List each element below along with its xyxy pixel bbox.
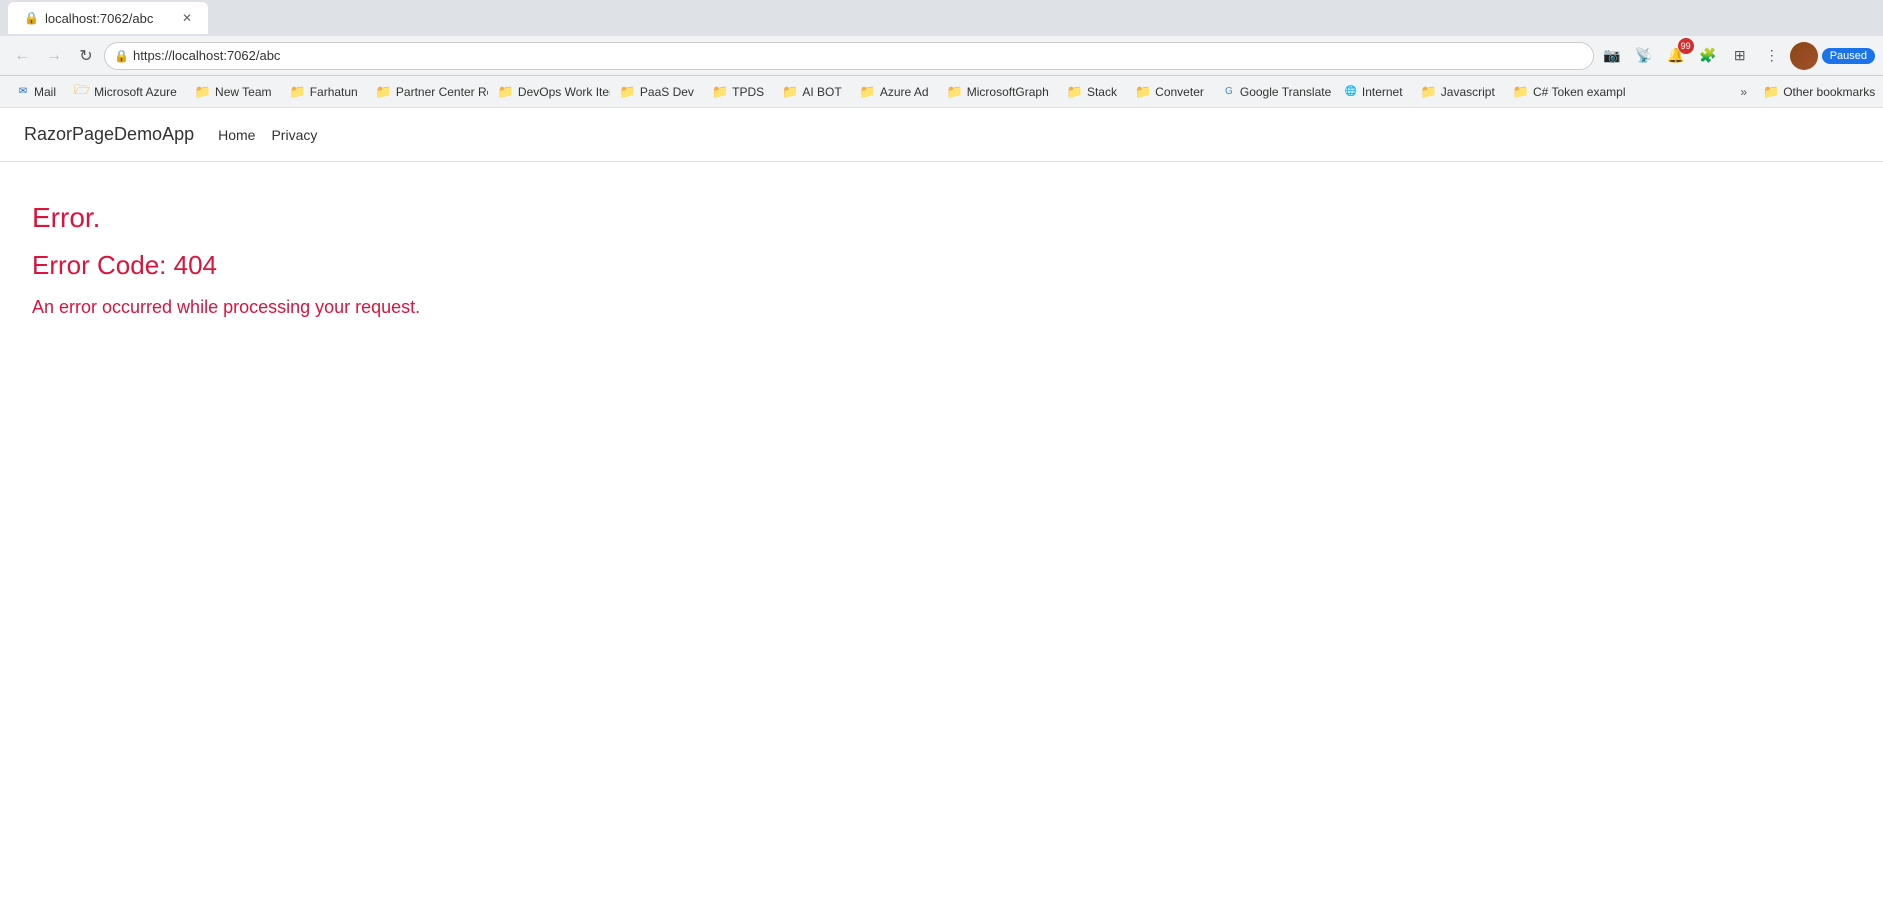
bookmark-stack[interactable]: 📁 Stack xyxy=(1059,81,1125,103)
extensions-button[interactable]: 🧩 xyxy=(1694,42,1722,70)
bookmark-other-label: Other bookmarks xyxy=(1783,85,1875,99)
nav-link-privacy[interactable]: Privacy xyxy=(271,127,317,143)
paused-badge[interactable]: Paused xyxy=(1822,48,1875,64)
bookmark-partner-label: Partner Center Repo xyxy=(396,85,488,99)
bookmark-conveter[interactable]: 📁 Conveter xyxy=(1127,81,1212,103)
bookmark-msgraph-label: MicrosoftGraph xyxy=(967,85,1049,99)
devops-icon: 📁 xyxy=(498,84,514,100)
extension-icon-wrapper: 📷 xyxy=(1598,42,1626,70)
nav-bar: ← → ↻ 🔒 📷 📡 🔔 99 🧩 ⊞ ⋮ Paused xyxy=(0,36,1883,76)
tab-favicon: 🔒 xyxy=(24,11,39,25)
bookmark-mail[interactable]: ✉ Mail xyxy=(8,82,64,102)
back-button[interactable]: ← xyxy=(8,42,36,70)
refresh-button[interactable]: ↻ xyxy=(72,42,100,70)
address-bar-wrapper: 🔒 xyxy=(104,42,1594,70)
lock-icon: 🔒 xyxy=(114,49,129,63)
bookmark-csharp-label: C# Token example xyxy=(1533,85,1625,99)
azure-icon: 🗁 xyxy=(74,81,90,103)
csharp-icon: 📁 xyxy=(1513,84,1529,100)
bookmark-devops-label: DevOps Work Item xyxy=(518,85,610,99)
error-title: Error. xyxy=(32,202,1851,234)
tab-title: localhost:7062/abc xyxy=(45,11,153,26)
nav-link-home[interactable]: Home xyxy=(218,127,255,143)
bookmark-conveter-label: Conveter xyxy=(1155,85,1204,99)
bookmark-farhatun-label: Farhatun xyxy=(310,85,358,99)
bookmark-paas-dev[interactable]: 📁 PaaS Dev xyxy=(612,81,702,103)
browser-chrome: 🔒 localhost:7062/abc ✕ ← → ↻ 🔒 📷 📡 🔔 99 … xyxy=(0,0,1883,108)
google-translate-icon: G xyxy=(1222,85,1236,99)
app-navbar: RazorPageDemoApp Home Privacy xyxy=(0,108,1883,162)
mail-icon: ✉ xyxy=(16,85,30,99)
app-brand: RazorPageDemoApp xyxy=(24,124,194,145)
internet-icon: 🌐 xyxy=(1344,85,1358,99)
page-content: RazorPageDemoApp Home Privacy Error. Err… xyxy=(0,108,1883,908)
tpds-icon: 📁 xyxy=(712,84,728,100)
bookmark-paas-label: PaaS Dev xyxy=(640,85,694,99)
bookmark-devops[interactable]: 📁 DevOps Work Item xyxy=(490,81,610,103)
bookmark-azure-ad-label: Azure Ad xyxy=(880,85,929,99)
bookmark-javascript-label: Javascript xyxy=(1441,85,1495,99)
more-bookmarks-button[interactable]: » xyxy=(1734,82,1753,102)
farhatun-icon: 📁 xyxy=(290,84,306,100)
notification-badge: 99 xyxy=(1678,38,1694,54)
bookmark-other[interactable]: 📁 Other bookmarks xyxy=(1755,81,1875,103)
notification-icon-wrapper: 🔔 99 xyxy=(1662,42,1690,70)
bookmark-azure-ad[interactable]: 📁 Azure Ad xyxy=(852,81,937,103)
more-tools-button[interactable]: ⋮ xyxy=(1758,42,1786,70)
bookmark-ai-bot-label: AI BOT xyxy=(802,85,841,99)
bookmark-new-team-label: New Team xyxy=(215,85,271,99)
tab-close-button[interactable]: ✕ xyxy=(182,11,192,25)
bookmark-tpds-label: TPDS xyxy=(732,85,764,99)
bookmark-azure-label: Microsoft Azure xyxy=(94,85,177,99)
other-icon: 📁 xyxy=(1763,84,1779,100)
active-tab[interactable]: 🔒 localhost:7062/abc ✕ xyxy=(8,2,208,34)
bookmark-internet-label: Internet xyxy=(1362,85,1403,99)
bookmark-msgraph[interactable]: 📁 MicrosoftGraph xyxy=(939,81,1057,103)
profile-avatar[interactable] xyxy=(1790,42,1818,70)
nav-right-icons: 📷 📡 🔔 99 🧩 ⊞ ⋮ Paused xyxy=(1598,42,1875,70)
cast-button[interactable]: 📡 xyxy=(1630,42,1658,70)
app-nav-links: Home Privacy xyxy=(218,127,317,143)
tab-bar: 🔒 localhost:7062/abc ✕ xyxy=(0,0,1883,36)
stack-icon: 📁 xyxy=(1067,84,1083,100)
screen-capture-button[interactable]: 📷 xyxy=(1598,42,1626,70)
ai-bot-icon: 📁 xyxy=(782,84,798,100)
forward-button[interactable]: → xyxy=(40,42,68,70)
bookmark-javascript[interactable]: 📁 Javascript xyxy=(1413,81,1503,103)
bookmark-stack-label: Stack xyxy=(1087,85,1117,99)
bookmark-microsoft-azure[interactable]: 🗁 Microsoft Azure xyxy=(66,78,185,106)
cast-icon-wrapper: 📡 xyxy=(1630,42,1658,70)
split-view-button[interactable]: ⊞ xyxy=(1726,42,1754,70)
bookmark-ai-bot[interactable]: 📁 AI BOT xyxy=(774,81,850,103)
profile-wrapper xyxy=(1790,42,1818,70)
azure-ad-icon: 📁 xyxy=(860,84,876,100)
address-input[interactable] xyxy=(104,42,1594,70)
paas-icon: 📁 xyxy=(620,84,636,100)
javascript-icon: 📁 xyxy=(1421,84,1437,100)
new-team-icon: 📁 xyxy=(195,84,211,100)
bookmark-partner-center[interactable]: 📁 Partner Center Repo xyxy=(368,81,488,103)
error-content: Error. Error Code: 404 An error occurred… xyxy=(0,162,1883,358)
bookmark-new-team[interactable]: 📁 New Team xyxy=(187,81,280,103)
conveter-icon: 📁 xyxy=(1135,84,1151,100)
msgraph-icon: 📁 xyxy=(947,84,963,100)
bookmark-internet[interactable]: 🌐 Internet xyxy=(1336,82,1411,102)
bookmarks-bar: ✉ Mail 🗁 Microsoft Azure 📁 New Team 📁 Fa… xyxy=(0,76,1883,108)
bookmark-csharp-token[interactable]: 📁 C# Token example xyxy=(1505,81,1625,103)
bookmark-google-translate[interactable]: G Google Translate xyxy=(1214,82,1334,102)
bookmark-farhatun[interactable]: 📁 Farhatun xyxy=(282,81,366,103)
partner-icon: 📁 xyxy=(376,84,392,100)
error-message: An error occurred while processing your … xyxy=(32,297,1851,318)
bookmark-tpds[interactable]: 📁 TPDS xyxy=(704,81,772,103)
bookmark-google-translate-label: Google Translate xyxy=(1240,85,1331,99)
error-code: Error Code: 404 xyxy=(32,250,1851,281)
bookmark-mail-label: Mail xyxy=(34,85,56,99)
